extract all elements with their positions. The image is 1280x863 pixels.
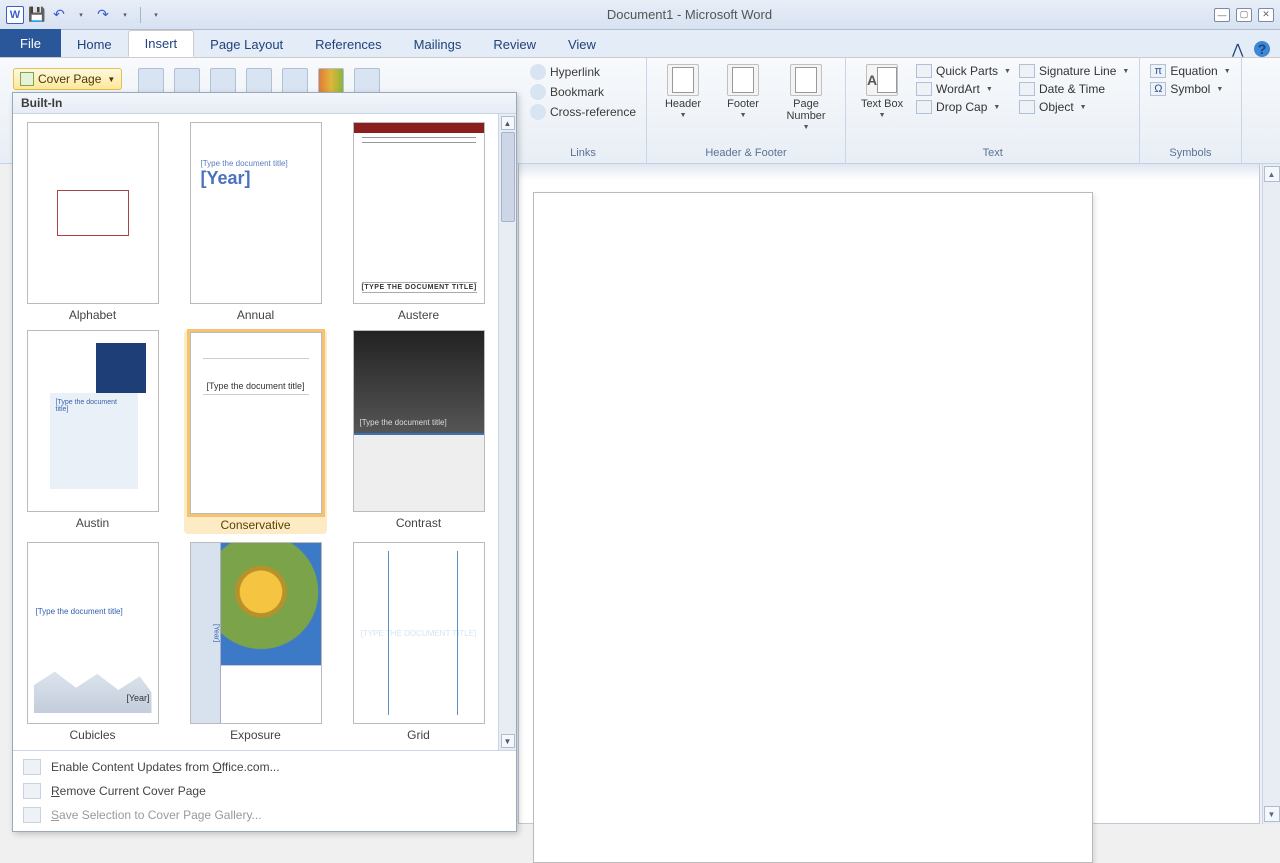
group-label-hf: Header & Footer (657, 145, 835, 163)
tab-insert[interactable]: Insert (128, 30, 195, 57)
equation-button[interactable]: πEquation▼ (1150, 64, 1230, 78)
group-label-text: Text (856, 145, 1129, 163)
window-title: Document1 - Microsoft Word (165, 7, 1214, 22)
gallery-footer: Enable Content Updates from Office.com..… (13, 750, 516, 831)
scroll-thumb[interactable] (501, 132, 515, 222)
cover-page-gallery: Built-In Alphabet [Type the document tit… (12, 92, 517, 832)
minimize-icon[interactable]: — (1214, 8, 1230, 22)
quick-parts-button[interactable]: Quick Parts▼ (916, 64, 1011, 78)
tab-home[interactable]: Home (61, 32, 128, 57)
wordart-icon (916, 82, 932, 96)
cover-austere[interactable]: [TYPE THE DOCUMENT TITLE] Austere (347, 122, 490, 322)
footer-button[interactable]: Footer▼ (717, 64, 769, 119)
cross-reference-button[interactable]: Cross-reference (530, 104, 636, 120)
save-icon[interactable]: 💾 (28, 6, 46, 24)
cover-austin[interactable]: [Type the document title] Austin (21, 330, 164, 534)
smartart-icon[interactable] (282, 68, 308, 94)
drop-cap-icon (916, 100, 932, 114)
save-selection-item: Save Selection to Cover Page Gallery... (13, 803, 516, 827)
cover-contrast[interactable]: [Type the document title] Contrast (347, 330, 490, 534)
object-icon (1019, 100, 1035, 114)
maximize-icon[interactable]: ▢ (1236, 8, 1252, 22)
date-time-button[interactable]: Date & Time (1019, 82, 1129, 96)
cover-page-button[interactable]: Cover Page ▼ (13, 68, 122, 90)
page-number-button[interactable]: Page Number▼ (777, 64, 835, 131)
window-controls: — ▢ ✕ (1214, 8, 1274, 22)
cover-page-label: Cover Page (38, 72, 101, 86)
group-links: Hyperlink Bookmark Cross-reference Links (520, 58, 647, 163)
remove-cover-page-item[interactable]: Remove Current Cover Page (13, 779, 516, 803)
shapes-icon[interactable] (246, 68, 272, 94)
scroll-up-icon[interactable]: ▲ (501, 116, 515, 130)
text-box-button[interactable]: AText Box▼ (856, 64, 908, 119)
footer-icon (727, 64, 759, 96)
symbol-button[interactable]: ΩSymbol▼ (1150, 82, 1230, 96)
symbol-icon: Ω (1150, 82, 1166, 96)
hyperlink-icon (530, 64, 546, 80)
group-label-symbols: Symbols (1150, 145, 1230, 163)
equation-icon: π (1150, 64, 1166, 78)
bookmark-button[interactable]: Bookmark (530, 84, 636, 100)
screenshot-icon[interactable] (354, 68, 380, 94)
quick-access-toolbar: 💾 ↶ ▾ ↷ ▾ ▾ (28, 6, 165, 24)
tab-file[interactable]: File (0, 29, 61, 57)
cover-grid[interactable]: [TYPE THE DOCUMENT TITLE] Grid (347, 542, 490, 742)
bookmark-icon (530, 84, 546, 100)
date-time-icon (1019, 82, 1035, 96)
cover-annual[interactable]: [Type the document title] [Year] Annual (184, 122, 327, 322)
cover-conservative[interactable]: [Type the document title] Conservative (184, 330, 327, 534)
hyperlink-button[interactable]: Hyperlink (530, 64, 636, 80)
drop-cap-button[interactable]: Drop Cap▼ (916, 100, 1011, 114)
title-bar: W 💾 ↶ ▾ ↷ ▾ ▾ Document1 - Microsoft Word… (0, 0, 1280, 30)
clipart-icon[interactable] (210, 68, 236, 94)
vertical-scrollbar[interactable]: ▲ ▼ (1262, 164, 1280, 824)
cover-page-icon (20, 72, 34, 86)
picture-icon[interactable] (174, 68, 200, 94)
tab-mailings[interactable]: Mailings (398, 32, 478, 57)
chart-icon[interactable] (318, 68, 344, 94)
cover-alphabet[interactable]: Alphabet (21, 122, 164, 322)
ribbon-tabs: File Home Insert Page Layout References … (0, 30, 1280, 58)
gallery-scrollbar[interactable]: ▲ ▼ (498, 114, 516, 750)
ribbon-minimize-icon[interactable]: ⋀ (1232, 41, 1248, 57)
group-header-footer: Header▼ Footer▼ Page Number▼ Header & Fo… (647, 58, 846, 163)
scroll-up2-icon[interactable]: ▲ (1264, 166, 1280, 182)
redo-icon[interactable]: ↷ (94, 6, 112, 24)
document-workspace (518, 164, 1260, 824)
help-icon[interactable]: ? (1254, 41, 1270, 57)
table-icon[interactable] (138, 68, 164, 94)
chevron-down-icon: ▼ (107, 75, 115, 84)
close-icon[interactable]: ✕ (1258, 8, 1274, 22)
tab-review[interactable]: Review (477, 32, 552, 57)
signature-icon (1019, 64, 1035, 78)
group-text: AText Box▼ Quick Parts▼ WordArt▼ Drop Ca… (846, 58, 1140, 163)
enable-content-updates-item[interactable]: Enable Content Updates from Office.com..… (13, 755, 516, 779)
tab-references[interactable]: References (299, 32, 397, 57)
cover-cubicles[interactable]: [Type the document title] [Year] Cubicle… (21, 542, 164, 742)
quick-parts-icon (916, 64, 932, 78)
tab-view[interactable]: View (552, 32, 612, 57)
text-box-icon: A (866, 64, 898, 96)
save-selection-icon (23, 807, 41, 823)
gallery-header: Built-In (13, 93, 516, 114)
cover-exposure[interactable]: [Year] Exposure (184, 542, 327, 742)
header-button[interactable]: Header▼ (657, 64, 709, 119)
wordart-button[interactable]: WordArt▼ (916, 82, 1011, 96)
object-button[interactable]: Object▼ (1019, 100, 1129, 114)
remove-icon (23, 783, 41, 799)
signature-line-button[interactable]: Signature Line▼ (1019, 64, 1129, 78)
cross-reference-icon (530, 104, 546, 120)
scroll-down-icon[interactable]: ▼ (501, 734, 515, 748)
tab-page-layout[interactable]: Page Layout (194, 32, 299, 57)
document-page[interactable] (533, 192, 1093, 863)
office-icon (23, 759, 41, 775)
scroll-down2-icon[interactable]: ▼ (1264, 806, 1280, 822)
word-app-icon: W (6, 6, 24, 24)
group-label-links: Links (530, 145, 636, 163)
group-symbols: πEquation▼ ΩSymbol▼ Symbols (1140, 58, 1241, 163)
undo-icon[interactable]: ↶ (50, 6, 68, 24)
page-number-icon (790, 64, 822, 96)
header-icon (667, 64, 699, 96)
